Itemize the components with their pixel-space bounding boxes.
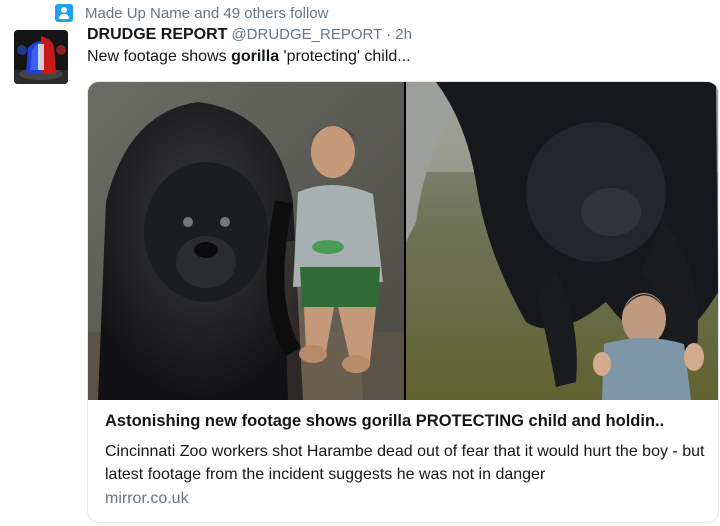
tweet-timestamp[interactable]: 2h [395,26,412,43]
author-handle[interactable]: @DRUDGE_REPORT [231,26,382,43]
tweet[interactable]: Made Up Name and 49 others follow DRUDGE… [0,0,720,526]
tweet-text-part: 'protecting' child... [279,48,411,65]
author-name[interactable]: DRUDGE REPORT [87,26,227,44]
photo-image [406,82,718,400]
social-context[interactable]: Made Up Name and 49 others follow [55,2,328,24]
card-description[interactable]: Cincinnati Zoo workers shot Harambe dead… [105,440,710,486]
siren-icon [14,30,68,84]
card-photo-gorilla-boy[interactable] [406,82,718,400]
person-icon [55,4,73,22]
card-photo-gorilla-child[interactable] [88,82,404,400]
card-title[interactable]: Astonishing new footage shows gorilla PR… [105,412,664,431]
card-domain[interactable]: mirror.co.uk [105,490,189,508]
card-title-part: Astonishing new footage shows gorilla [105,412,416,430]
card-title-part: child and holdin.. [523,412,665,430]
card-title-bold: PROTECTING [415,412,524,430]
avatar[interactable] [14,30,68,84]
tweet-text-part: New footage shows [87,48,232,65]
card-media[interactable] [88,82,718,400]
tweet-text-bold[interactable]: gorilla [231,48,279,65]
link-card[interactable]: Astonishing new footage shows gorilla PR… [87,81,719,523]
social-context-text[interactable]: Made Up Name and 49 others follow [85,5,328,22]
tweet-header: DRUDGE REPORT @DRUDGE_REPORT · 2h [87,26,412,48]
photo-image [88,82,404,400]
tweet-text: New footage shows gorilla 'protecting' c… [87,48,411,66]
separator-dot: · [386,26,392,43]
